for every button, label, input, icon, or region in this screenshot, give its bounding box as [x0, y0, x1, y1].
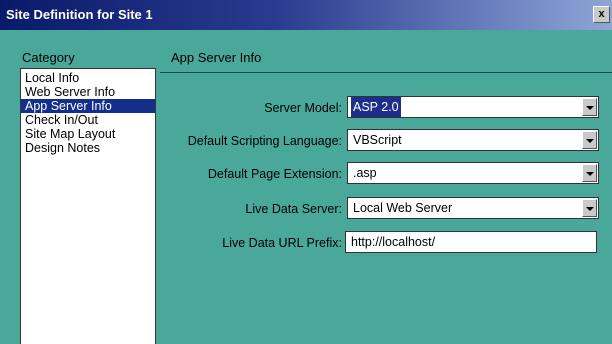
live-data-server-dropdown-icon[interactable]	[582, 199, 597, 217]
page-extension-row: Default Page Extension: .asp	[160, 162, 612, 188]
header-divider	[160, 72, 612, 73]
page-extension-label: Default Page Extension:	[207, 167, 342, 181]
server-model-row: Server Model: ASP 2.0	[160, 96, 612, 122]
live-data-url-value: http://localhost/	[351, 235, 436, 249]
category-item-local-info[interactable]: Local Info	[21, 71, 155, 85]
category-header: Category	[22, 50, 75, 65]
server-model-select[interactable]: ASP 2.0	[347, 96, 599, 118]
live-data-server-label: Live Data Server:	[245, 202, 342, 216]
scripting-language-select[interactable]: VBScript	[347, 129, 599, 151]
page-extension-dropdown-icon[interactable]	[582, 164, 597, 182]
category-item-web-server-info[interactable]: Web Server Info	[21, 85, 155, 99]
title-bar[interactable]: Site Definition for Site 1 x	[0, 0, 612, 30]
scripting-language-label: Default Scripting Language:	[187, 134, 342, 148]
section-title: App Server Info	[171, 50, 262, 65]
server-model-label: Server Model:	[264, 101, 342, 115]
page-extension-select[interactable]: .asp	[347, 162, 599, 184]
close-icon[interactable]: x	[593, 6, 610, 23]
live-data-server-select[interactable]: Local Web Server	[347, 197, 599, 219]
live-data-url-label: Live Data URL Prefix:	[222, 236, 342, 250]
window-title: Site Definition for Site 1	[6, 7, 153, 22]
live-data-server-row: Live Data Server: Local Web Server	[160, 197, 612, 223]
live-data-url-input[interactable]: http://localhost/	[345, 231, 597, 253]
scripting-language-row: Default Scripting Language: VBScript	[160, 129, 612, 155]
server-model-value: ASP 2.0	[351, 97, 401, 117]
scripting-language-dropdown-icon[interactable]	[582, 131, 597, 149]
category-item-check-in-out[interactable]: Check In/Out	[21, 113, 155, 127]
site-definition-dialog: Site Definition for Site 1 x Category Ap…	[0, 0, 612, 344]
live-data-url-row: Live Data URL Prefix: http://localhost/	[160, 231, 612, 257]
page-extension-value: .asp	[353, 166, 377, 180]
scripting-language-value: VBScript	[353, 133, 402, 147]
server-model-dropdown-icon[interactable]	[582, 98, 597, 116]
live-data-server-value: Local Web Server	[353, 201, 453, 215]
